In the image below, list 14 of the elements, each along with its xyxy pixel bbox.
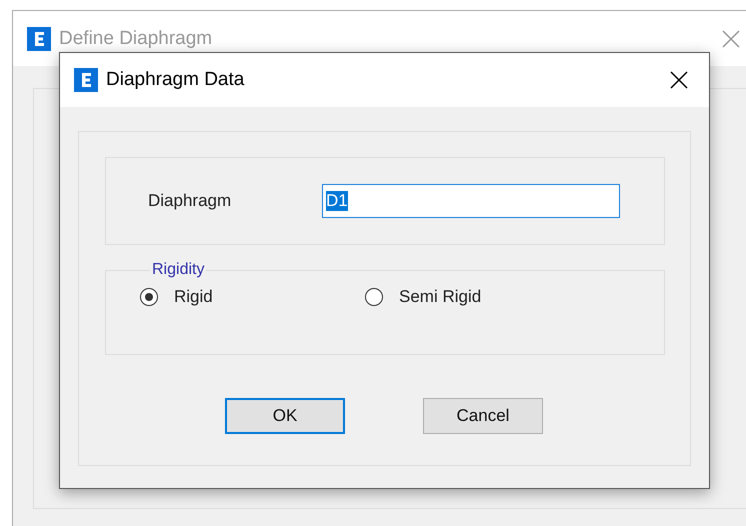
cancel-button[interactable]: Cancel xyxy=(423,398,543,434)
diaphragm-label: Diaphragm xyxy=(148,191,232,211)
radio-button[interactable] xyxy=(365,288,383,306)
diaphragm-input-field[interactable]: D1 xyxy=(322,184,620,218)
app-logo-icon xyxy=(27,26,51,50)
radio-label[interactable]: Rigid xyxy=(174,287,213,307)
app-logo-icon xyxy=(74,68,98,92)
window-title: Define Diaphragm xyxy=(59,28,214,50)
close-icon[interactable] xyxy=(669,70,689,90)
rigidity-legend: Rigidity xyxy=(150,261,206,279)
dialog-title: Diaphragm Data xyxy=(106,69,246,91)
radio-label[interactable]: Semi Rigid xyxy=(399,287,482,307)
radio-button[interactable] xyxy=(140,288,158,306)
ok-button[interactable]: OK xyxy=(225,398,345,434)
